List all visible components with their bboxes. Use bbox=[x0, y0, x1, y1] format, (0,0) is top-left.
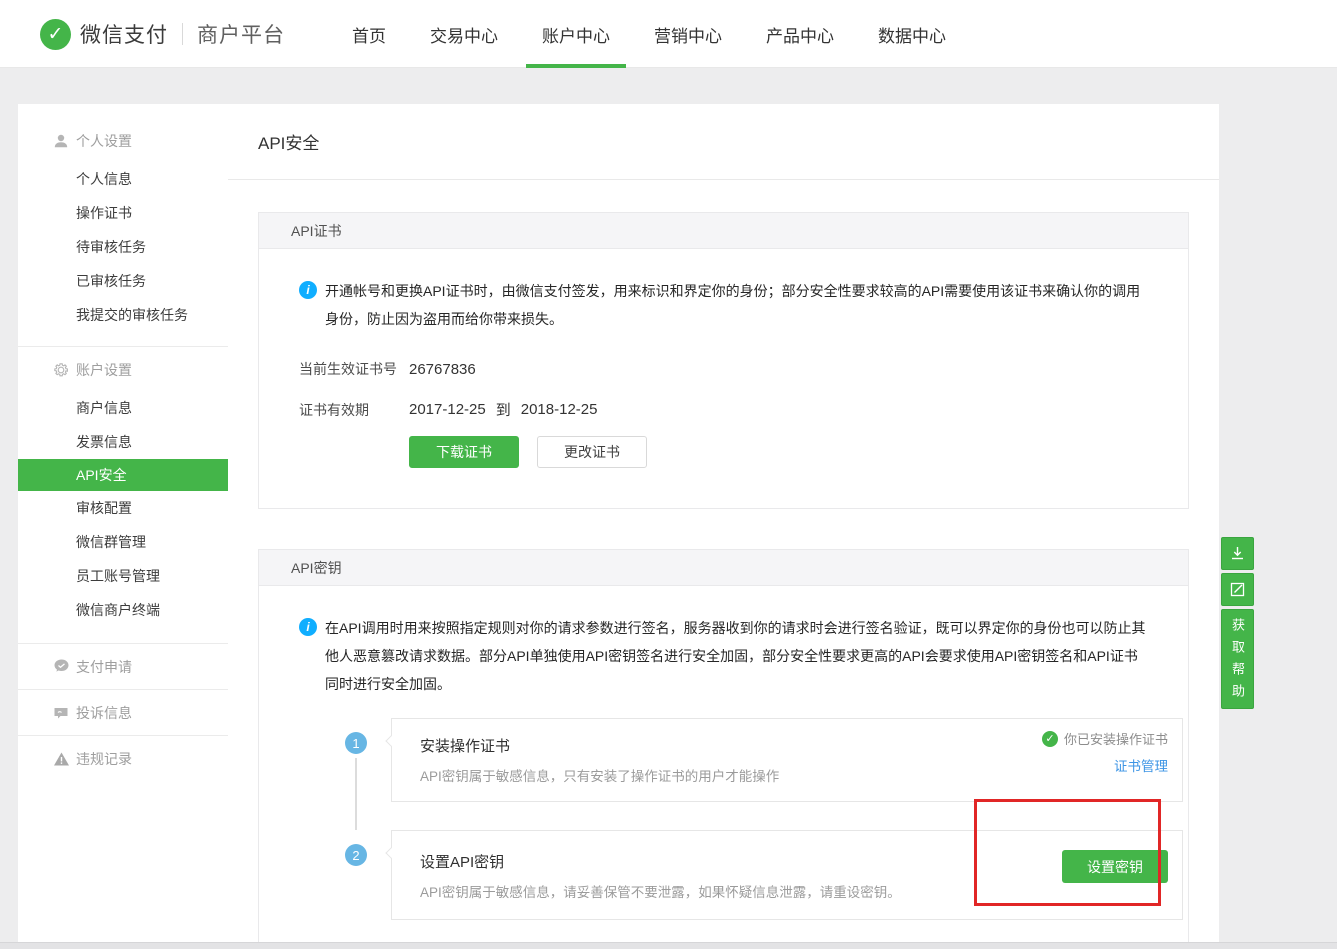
sidebar-link-label: 投诉信息 bbox=[76, 703, 132, 723]
current-cert-number: 26767836 bbox=[409, 361, 476, 378]
sidebar: 个人设置 个人信息 操作证书 待审核任务 已审核任务 我提交的审核任务 账户设置… bbox=[18, 104, 228, 942]
sidebar-item-my-submitted-tasks[interactable]: 我提交的审核任务 bbox=[18, 298, 228, 332]
top-header: ✓ 微信支付 商户平台 首页 交易中心 账户中心 营销中心 产品中心 数据中心 bbox=[0, 0, 1337, 68]
step-number-badge: 2 bbox=[345, 844, 367, 866]
wechat-pay-bubble-icon bbox=[52, 658, 70, 676]
certificate-management-link[interactable]: 证书管理 bbox=[1114, 755, 1168, 775]
sidebar-item-review-config[interactable]: 审核配置 bbox=[18, 491, 228, 525]
step-install-cert: 1 安装操作证书 API密钥属于敏感信息，只有安装了操作证书的用户才能操作 ✓ … bbox=[391, 718, 1148, 802]
floating-help-toolbar: 获取帮助 bbox=[1221, 537, 1254, 709]
sidebar-link-payment-application[interactable]: 支付申请 bbox=[18, 643, 228, 689]
wechat-pay-logo-icon: ✓ bbox=[40, 19, 71, 50]
sidebar-link-violation-records[interactable]: 违规记录 bbox=[18, 735, 228, 781]
bottom-scrollbar-strip[interactable] bbox=[0, 942, 1337, 949]
cert-valid-from: 2017-12-25 bbox=[409, 401, 486, 418]
step-description: API密钥属于敏感信息，请妥善保管不要泄露，如果怀疑信息泄露，请重设密钥。 bbox=[420, 881, 1166, 901]
sidebar-link-label: 支付申请 bbox=[76, 657, 132, 677]
api-certificate-header: API证书 bbox=[259, 213, 1188, 249]
step-description: API密钥属于敏感信息，只有安装了操作证书的用户才能操作 bbox=[420, 765, 1166, 785]
sidebar-item-reviewed-tasks[interactable]: 已审核任务 bbox=[18, 264, 228, 298]
sidebar-item-merchant-info[interactable]: 商户信息 bbox=[18, 391, 228, 425]
page-title: API安全 bbox=[258, 129, 319, 154]
page-title-bar: API安全 bbox=[228, 104, 1219, 180]
sidebar-divider bbox=[18, 346, 228, 347]
check-icon: ✓ bbox=[1042, 731, 1058, 747]
cert-validity-label: 证书有效期 bbox=[299, 400, 409, 420]
cert-valid-to-text: 到 bbox=[496, 399, 511, 420]
nav-item-transaction-center[interactable]: 交易中心 bbox=[408, 0, 520, 68]
warning-icon bbox=[52, 750, 70, 768]
set-api-key-button[interactable]: 设置密钥 bbox=[1062, 850, 1168, 883]
step-connector-line bbox=[355, 758, 357, 830]
change-certificate-button[interactable]: 更改证书 bbox=[537, 436, 647, 468]
sidebar-item-operation-cert[interactable]: 操作证书 bbox=[18, 196, 228, 230]
info-icon: i bbox=[299, 281, 317, 299]
sidebar-item-personal-info[interactable]: 个人信息 bbox=[18, 162, 228, 196]
sidebar-item-pending-review-tasks[interactable]: 待审核任务 bbox=[18, 230, 228, 264]
api-key-info-text: 在API调用时用来按照指定规则对你的请求参数进行签名，服务器收到你的请求时会进行… bbox=[325, 614, 1148, 698]
current-cert-label: 当前生效证书号 bbox=[299, 359, 409, 379]
cert-installed-status: ✓ 你已安装操作证书 bbox=[1042, 729, 1168, 748]
certificate-info-text: 开通帐号和更换API证书时，由微信支付签发，用来标识和界定你的身份；部分安全性要… bbox=[325, 277, 1148, 333]
sidebar-item-invoice-info[interactable]: 发票信息 bbox=[18, 425, 228, 459]
step-set-api-key: 2 设置API密钥 API密钥属于敏感信息，请妥善保管不要泄露，如果怀疑信息泄露… bbox=[391, 830, 1148, 920]
api-certificate-title: API证书 bbox=[291, 221, 342, 241]
sidebar-link-complaint-info[interactable]: 投诉信息 bbox=[18, 689, 228, 735]
sidebar-item-wechat-merchant-terminal[interactable]: 微信商户终端 bbox=[18, 593, 228, 627]
api-key-header: API密钥 bbox=[259, 550, 1188, 586]
api-certificate-section: API证书 i 开通帐号和更换API证书时，由微信支付签发，用来标识和界定你的身… bbox=[258, 212, 1189, 509]
brand: ✓ 微信支付 商户平台 bbox=[40, 0, 285, 68]
api-key-steps: 1 安装操作证书 API密钥属于敏感信息，只有安装了操作证书的用户才能操作 ✓ … bbox=[299, 718, 1148, 920]
sidebar-group-account-settings: 账户设置 bbox=[18, 357, 228, 383]
current-cert-row: 当前生效证书号 26767836 bbox=[299, 359, 1148, 379]
nav-item-product-center[interactable]: 产品中心 bbox=[744, 0, 856, 68]
download-icon[interactable] bbox=[1221, 537, 1254, 570]
nav-item-marketing-center[interactable]: 营销中心 bbox=[632, 0, 744, 68]
main-content: API安全 API证书 i 开通帐号和更换API证书时，由微信支付签发，用来标识… bbox=[228, 104, 1219, 942]
sidebar-item-wechat-group-mgmt[interactable]: 微信群管理 bbox=[18, 525, 228, 559]
api-key-section: API密钥 i 在API调用时用来按照指定规则对你的请求参数进行签名，服务器收到… bbox=[258, 549, 1189, 942]
status-text: 你已安装操作证书 bbox=[1064, 729, 1168, 748]
step-set-api-key-box: 设置API密钥 API密钥属于敏感信息，请妥善保管不要泄露，如果怀疑信息泄露，请… bbox=[391, 830, 1183, 920]
brand-divider bbox=[182, 23, 183, 45]
sidebar-group-personal-settings: 个人设置 bbox=[18, 128, 228, 154]
edit-icon[interactable] bbox=[1221, 573, 1254, 606]
box-notch bbox=[385, 735, 396, 746]
nav-item-data-center[interactable]: 数据中心 bbox=[856, 0, 968, 68]
info-icon: i bbox=[299, 618, 317, 636]
sidebar-item-staff-account-mgmt[interactable]: 员工账号管理 bbox=[18, 559, 228, 593]
api-key-title: API密钥 bbox=[291, 558, 342, 578]
nav-item-account-center[interactable]: 账户中心 bbox=[520, 0, 632, 68]
sidebar-group-label: 个人设置 bbox=[76, 131, 132, 151]
step-number-badge: 1 bbox=[345, 732, 367, 754]
step-install-cert-box: 安装操作证书 API密钥属于敏感信息，只有安装了操作证书的用户才能操作 ✓ 你已… bbox=[391, 718, 1183, 802]
nav-item-home[interactable]: 首页 bbox=[330, 0, 408, 68]
brand-name: 微信支付 bbox=[80, 19, 168, 49]
comment-icon bbox=[52, 704, 70, 722]
api-key-info: i 在API调用时用来按照指定规则对你的请求参数进行签名，服务器收到你的请求时会… bbox=[299, 614, 1148, 698]
certificate-info: i 开通帐号和更换API证书时，由微信支付签发，用来标识和界定你的身份；部分安全… bbox=[299, 277, 1148, 333]
sidebar-item-api-security[interactable]: API安全 bbox=[18, 459, 228, 491]
sidebar-link-label: 违规记录 bbox=[76, 749, 132, 769]
user-icon bbox=[52, 132, 70, 150]
cert-valid-to: 2018-12-25 bbox=[521, 401, 598, 418]
cert-validity-row: 证书有效期 2017-12-25 到 2018-12-25 bbox=[299, 399, 1148, 420]
step-title: 设置API密钥 bbox=[420, 851, 1166, 872]
main-nav: 首页 交易中心 账户中心 营销中心 产品中心 数据中心 bbox=[330, 0, 968, 68]
gear-icon bbox=[52, 361, 70, 379]
brand-subtitle: 商户平台 bbox=[197, 19, 285, 49]
get-help-button[interactable]: 获取帮助 bbox=[1221, 609, 1254, 709]
box-notch bbox=[385, 847, 396, 858]
download-certificate-button[interactable]: 下载证书 bbox=[409, 436, 519, 468]
sidebar-group-label: 账户设置 bbox=[76, 360, 132, 380]
